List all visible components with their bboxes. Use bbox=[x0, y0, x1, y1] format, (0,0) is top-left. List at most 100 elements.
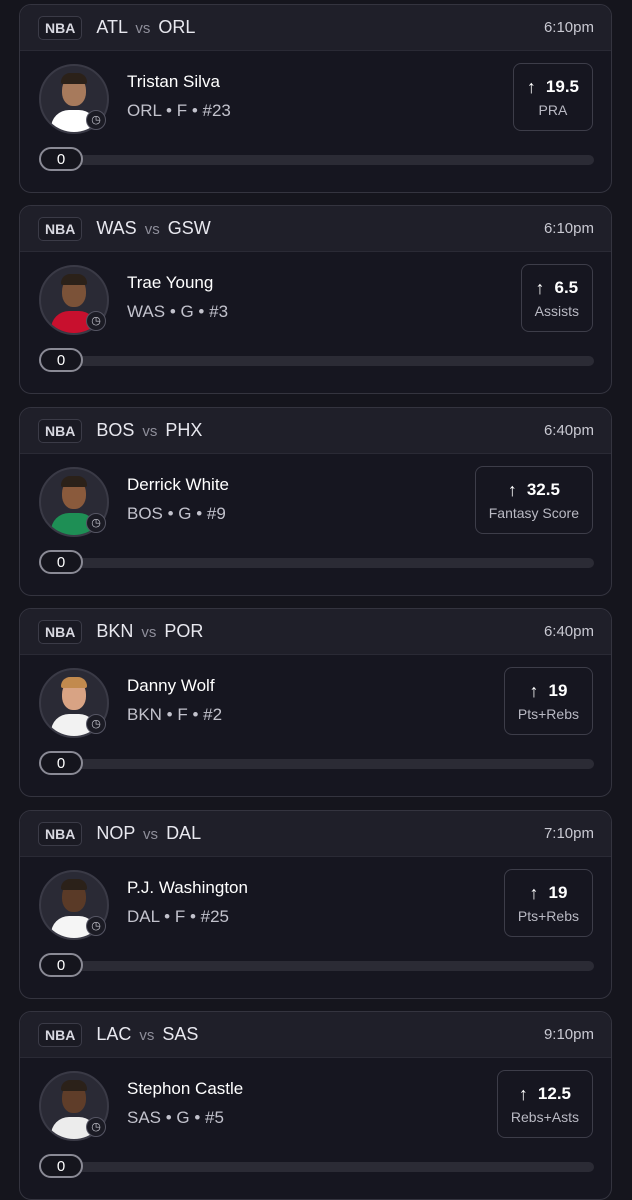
matchup: NOP vs DAL bbox=[96, 823, 201, 844]
hair-shape bbox=[61, 677, 87, 688]
game-time: 6:10pm bbox=[543, 19, 594, 36]
league-badge: NBA bbox=[38, 15, 83, 40]
player-name: Derrick White bbox=[127, 475, 230, 494]
game-header: NBA LAC vs SAS 9:10pm bbox=[20, 1012, 611, 1058]
vs-label: vs bbox=[135, 20, 151, 37]
pick-card[interactable]: NBA BKN vs POR 6:40pm ◷ Danny Wolf BKN •… bbox=[19, 608, 612, 797]
player-meta: BKN • F • #2 bbox=[127, 705, 223, 724]
pick-card[interactable]: NBA ATL vs ORL 6:10pm ◷ Tristan Silva OR… bbox=[19, 4, 612, 193]
player-meta: ORL • F • #23 bbox=[127, 101, 231, 120]
home-team: BOS bbox=[96, 420, 135, 440]
stat-type: Pts+Rebs bbox=[517, 705, 579, 722]
game-header: NBA BKN vs POR 6:40pm bbox=[20, 609, 611, 655]
player-name: Trae Young bbox=[127, 273, 214, 292]
clock-icon: ◷ bbox=[86, 311, 106, 331]
player-row: ◷ Tristan Silva ORL • F • #23 ↑ 19.5 PRA… bbox=[20, 51, 611, 192]
player-row: ◷ Stephon Castle SAS • G • #5 ↑ 12.5 Reb… bbox=[20, 1058, 611, 1199]
matchup: LAC vs SAS bbox=[96, 1024, 198, 1045]
away-team: POR bbox=[164, 621, 204, 641]
progress-bar: 0 bbox=[39, 550, 594, 576]
projection-button[interactable]: ↑ 6.5 Assists bbox=[520, 264, 593, 332]
projection-button[interactable]: ↑ 32.5 Fantasy Score bbox=[474, 466, 593, 534]
game-header: NBA NOP vs DAL 7:10pm bbox=[20, 811, 611, 857]
progress-track bbox=[39, 1162, 594, 1172]
game-header: NBA BOS vs PHX 6:40pm bbox=[20, 408, 611, 454]
hair-shape bbox=[61, 1080, 87, 1091]
progress-value: 0 bbox=[39, 147, 83, 171]
player-row: ◷ Trae Young WAS • G • #3 ↑ 6.5 Assists … bbox=[20, 252, 611, 393]
game-time: 9:10pm bbox=[543, 1026, 594, 1043]
league-badge: NBA bbox=[38, 216, 83, 241]
hair-shape bbox=[61, 73, 87, 84]
progress-value: 0 bbox=[39, 953, 83, 977]
line-value: 19 bbox=[548, 681, 568, 700]
vs-label: vs bbox=[143, 826, 159, 843]
home-team: WAS bbox=[96, 218, 137, 238]
league-badge: NBA bbox=[38, 418, 83, 443]
progress-value: 0 bbox=[39, 550, 83, 574]
hair-shape bbox=[61, 879, 87, 890]
progress-track bbox=[39, 759, 594, 769]
player-meta: SAS • G • #5 bbox=[127, 1108, 224, 1127]
progress-bar: 0 bbox=[39, 147, 594, 173]
progress-bar: 0 bbox=[39, 953, 594, 979]
line-value: 12.5 bbox=[537, 1084, 571, 1103]
player-name: Stephon Castle bbox=[127, 1079, 244, 1098]
vs-label: vs bbox=[144, 221, 160, 238]
line-value: 19 bbox=[548, 883, 568, 902]
progress-value: 0 bbox=[39, 348, 83, 372]
matchup: ATL vs ORL bbox=[96, 17, 195, 38]
arrow-up-icon: ↑ bbox=[529, 882, 539, 903]
arrow-up-icon: ↑ bbox=[507, 479, 517, 500]
stat-type: Fantasy Score bbox=[488, 504, 579, 521]
player-meta: DAL • F • #25 bbox=[127, 907, 229, 926]
line-value: 32.5 bbox=[526, 480, 560, 499]
game-header: NBA ATL vs ORL 6:10pm bbox=[20, 5, 611, 51]
progress-track bbox=[39, 155, 594, 165]
matchup: BKN vs POR bbox=[96, 621, 203, 642]
progress-track bbox=[39, 558, 594, 568]
stat-type: Rebs+Asts bbox=[510, 1108, 579, 1125]
pick-card[interactable]: NBA LAC vs SAS 9:10pm ◷ Stephon Castle S… bbox=[19, 1011, 612, 1200]
league-badge: NBA bbox=[38, 619, 83, 644]
projection-button[interactable]: ↑ 19 Pts+Rebs bbox=[503, 667, 593, 735]
player-name: Tristan Silva bbox=[127, 72, 220, 91]
game-time: 6:40pm bbox=[543, 623, 594, 640]
projection-button[interactable]: ↑ 19 Pts+Rebs bbox=[503, 869, 593, 937]
player-meta: WAS • G • #3 bbox=[127, 302, 229, 321]
pick-card[interactable]: NBA BOS vs PHX 6:40pm ◷ Derrick White BO… bbox=[19, 407, 612, 596]
pick-card[interactable]: NBA WAS vs GSW 6:10pm ◷ Trae Young WAS •… bbox=[19, 205, 612, 394]
vs-label: vs bbox=[141, 624, 157, 641]
progress-track bbox=[39, 961, 594, 971]
home-team: ATL bbox=[96, 17, 128, 37]
away-team: GSW bbox=[167, 218, 211, 238]
line-value: 6.5 bbox=[554, 278, 579, 297]
home-team: LAC bbox=[96, 1024, 132, 1044]
away-team: ORL bbox=[158, 17, 196, 37]
clock-icon: ◷ bbox=[86, 1117, 106, 1137]
player-row: ◷ Derrick White BOS • G • #9 ↑ 32.5 Fant… bbox=[20, 454, 611, 595]
progress-bar: 0 bbox=[39, 751, 594, 777]
progress-track bbox=[39, 356, 594, 366]
arrow-up-icon: ↑ bbox=[535, 277, 545, 298]
league-badge: NBA bbox=[38, 1022, 83, 1047]
arrow-up-icon: ↑ bbox=[518, 1083, 528, 1104]
player-row: ◷ Danny Wolf BKN • F • #2 ↑ 19 Pts+Rebs … bbox=[20, 655, 611, 796]
projection-button[interactable]: ↑ 12.5 Rebs+Asts bbox=[496, 1070, 593, 1138]
hair-shape bbox=[61, 476, 87, 487]
player-name: Danny Wolf bbox=[127, 676, 215, 695]
projection-button[interactable]: ↑ 19.5 PRA bbox=[512, 63, 593, 131]
pick-list: NBA ATL vs ORL 6:10pm ◷ Tristan Silva OR… bbox=[0, 0, 632, 1200]
game-time: 6:10pm bbox=[543, 220, 594, 237]
home-team: BKN bbox=[96, 621, 134, 641]
game-header: NBA WAS vs GSW 6:10pm bbox=[20, 206, 611, 252]
clock-icon: ◷ bbox=[86, 513, 106, 533]
matchup: BOS vs PHX bbox=[96, 420, 202, 441]
away-team: SAS bbox=[162, 1024, 199, 1044]
player-row: ◷ P.J. Washington DAL • F • #25 ↑ 19 Pts… bbox=[20, 857, 611, 998]
progress-value: 0 bbox=[39, 1154, 83, 1178]
clock-icon: ◷ bbox=[86, 714, 106, 734]
pick-card[interactable]: NBA NOP vs DAL 7:10pm ◷ P.J. Washington … bbox=[19, 810, 612, 999]
game-time: 6:40pm bbox=[543, 422, 594, 439]
player-meta: BOS • G • #9 bbox=[127, 504, 226, 523]
